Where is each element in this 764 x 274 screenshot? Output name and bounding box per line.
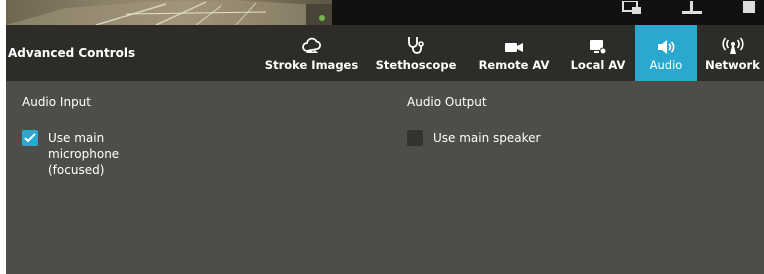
tab-remote-av[interactable]: Remote AV [474, 25, 554, 81]
audio-output-title: Audio Output [407, 95, 487, 109]
use-main-microphone-option[interactable]: Use main microphone (focused) [22, 130, 119, 178]
video-thumbnail[interactable] [6, 0, 332, 25]
use-main-speaker-label: Use main speaker [433, 131, 541, 145]
video-strip [6, 0, 764, 25]
fullscreen-icon[interactable] [742, 0, 756, 19]
label-line: (focused) [48, 163, 105, 177]
tab-stethoscope[interactable]: Stethoscope [372, 25, 460, 81]
tab-label: Local AV [570, 57, 626, 72]
use-main-microphone-checkbox[interactable] [22, 130, 38, 146]
use-main-microphone-label: Use main microphone (focused) [48, 130, 119, 178]
tab-label: Audio [649, 57, 683, 72]
monitor-camera-icon [588, 35, 608, 55]
use-main-speaker-option[interactable]: Use main speaker [407, 130, 540, 146]
tab-stroke-images[interactable]: Stroke Images [263, 25, 360, 81]
pip-icon[interactable] [622, 0, 642, 19]
label-line: microphone [48, 147, 120, 161]
tab-label: Stroke Images [264, 57, 359, 72]
advanced-controls-panel: Advanced Controls Stroke Images Stethosc… [6, 0, 764, 274]
audio-input-title: Audio Input [22, 95, 91, 109]
checkmark-icon [24, 133, 36, 143]
tab-label: Network [705, 57, 760, 72]
use-main-speaker-checkbox[interactable] [407, 130, 423, 146]
tab-label: Stethoscope [375, 57, 457, 72]
stethoscope-icon [406, 35, 426, 55]
tab-network[interactable]: Network [701, 25, 764, 81]
speaker-icon [656, 35, 676, 55]
audio-settings-panel: Audio Input Use main microphone (focused… [6, 81, 764, 274]
minimize-icon[interactable] [682, 0, 702, 19]
cloud-image-icon [301, 35, 322, 55]
label-line: Use main [48, 131, 105, 145]
page-title: Advanced Controls [8, 46, 136, 60]
window-icons [622, 0, 756, 18]
tab-audio[interactable]: Audio [635, 25, 697, 81]
tab-label: Remote AV [478, 57, 550, 72]
broadcast-icon [721, 35, 744, 55]
header-bar: Advanced Controls Stroke Images Stethosc… [6, 25, 764, 81]
video-camera-icon [504, 35, 524, 55]
tab-local-av[interactable]: Local AV [564, 25, 632, 81]
